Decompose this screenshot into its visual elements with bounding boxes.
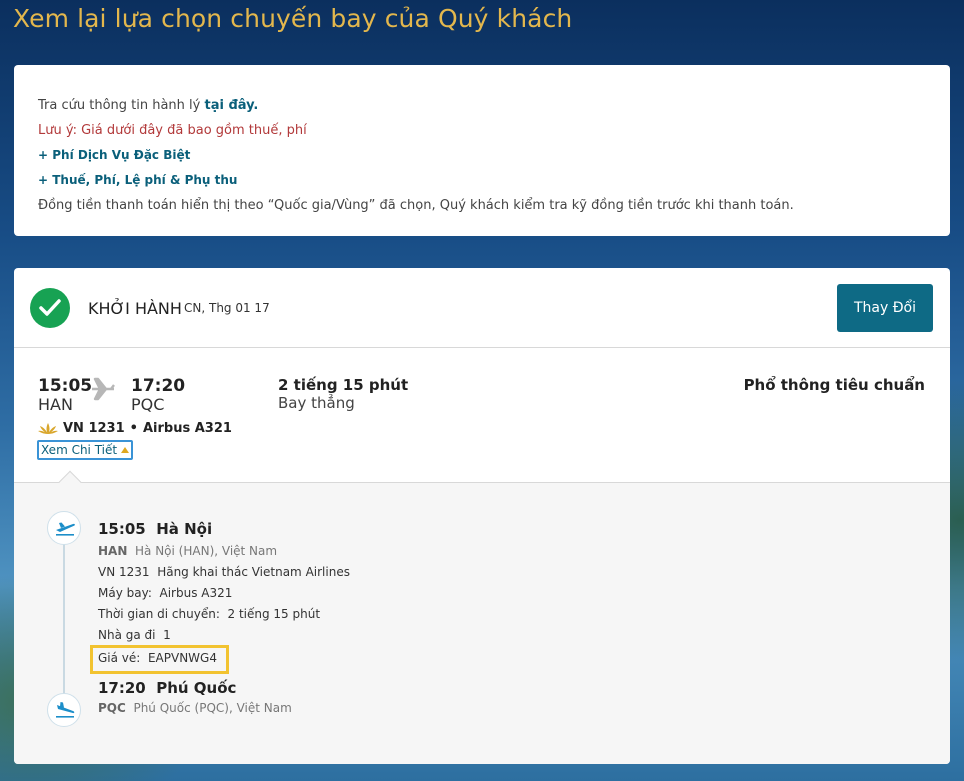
travel-time-value: 2 tiếng 15 phút [227, 607, 321, 621]
terminal-label: Nhà ga đi [98, 628, 156, 642]
direction-label: KHỞI HÀNH [88, 299, 182, 318]
origin-time: 15:05 [98, 520, 146, 538]
depart-code: HAN [38, 395, 73, 414]
fare-row: Giá vé: EAPVNWG4 [98, 651, 217, 665]
flight-header: KHỞI HÀNH CN, Thg 01 17 Thay Đổi [14, 268, 950, 348]
arrive-time: 17:20 [131, 376, 186, 396]
flight-duration: 2 tiếng 15 phút [278, 376, 409, 394]
dest-full: Phú Quốc (PQC), Việt Nam [133, 701, 292, 715]
operator-name: Hãng khai thác Vietnam Airlines [157, 565, 350, 579]
flight-number: VN 1231 [63, 421, 125, 436]
separator-dot: • [129, 421, 138, 436]
dest-time: 17:20 [98, 679, 146, 697]
origin-city: Hà Nội [156, 520, 213, 538]
travel-time-row: Thời gian di chuyển: 2 tiếng 15 phút [98, 607, 320, 621]
flight-card: KHỞI HÀNH CN, Thg 01 17 Thay Đổi 15:05 H… [14, 268, 950, 764]
baggage-prefix: Tra cứu thông tin hành lý [38, 98, 201, 113]
flight-number-row: VN 1231 • Airbus A321 [38, 421, 232, 436]
aircraft-row: Máy bay: Airbus A321 [98, 586, 232, 600]
currency-note: Đồng tiền thanh toán hiển thị theo “Quốc… [38, 198, 794, 213]
flight-detail-panel: 15:05 Hà Nội HAN Hà Nội (HAN), Việt Nam … [14, 470, 950, 764]
aircraft-value: Airbus A321 [159, 586, 233, 600]
timeline-line [63, 535, 65, 695]
destination-airport: PQC Phú Quốc (PQC), Việt Nam [98, 701, 292, 715]
change-button[interactable]: Thay Đổi [837, 284, 933, 332]
depart-time: 15:05 [38, 376, 93, 396]
panel-notch [58, 470, 82, 494]
dest-city: Phú Quốc [156, 679, 237, 697]
fare-code: EAPVNWG4 [147, 651, 217, 665]
origin-code: HAN [98, 544, 128, 558]
baggage-info: Tra cứu thông tin hành lý tại đây. [38, 93, 926, 118]
detail-flight-no: VN 1231 [98, 565, 150, 579]
page-title: Xem lại lựa chọn chuyến bay của Quý khác… [13, 4, 573, 33]
price-note: Lưu ý: Giá dưới đây đã bao gồm thuế, phí [38, 123, 307, 138]
check-icon [30, 288, 70, 328]
cabin-class: Phổ thông tiêu chuẩn [743, 376, 925, 394]
landing-icon [47, 693, 81, 727]
origin-airport: HAN Hà Nội (HAN), Việt Nam [98, 544, 277, 558]
flight-date: CN, Thg 01 17 [184, 301, 270, 315]
fare-label: Giá vé: [98, 651, 141, 665]
origin-full: Hà Nội (HAN), Việt Nam [135, 544, 278, 558]
info-card: Tra cứu thông tin hành lý tại đây. Lưu ý… [14, 65, 950, 236]
caret-up-icon [121, 447, 130, 453]
aircraft-type: Airbus A321 [142, 421, 232, 436]
view-details-label: Xem Chi Tiết [41, 443, 118, 457]
view-details-link[interactable]: Xem Chi Tiết [37, 440, 134, 460]
terminal-value: 1 [163, 628, 171, 642]
stops-label: Bay thẳng [278, 394, 355, 412]
arrive-code: PQC [131, 395, 165, 414]
airplane-icon [92, 377, 115, 401]
lotus-logo-icon [38, 423, 58, 434]
terminal-row: Nhà ga đi 1 [98, 628, 171, 642]
dest-code: PQC [98, 701, 126, 715]
origin-title: 15:05 Hà Nội [98, 520, 212, 538]
tax-fee-link[interactable]: + Thuế, Phí, Lệ phí & Phụ thu [38, 168, 926, 193]
special-fee-link[interactable]: + Phí Dịch Vụ Đặc Biệt [38, 143, 926, 168]
travel-time-label: Thời gian di chuyển: [98, 607, 220, 621]
aircraft-label: Máy bay: [98, 586, 152, 600]
takeoff-icon [47, 511, 81, 545]
destination-title: 17:20 Phú Quốc [98, 679, 236, 697]
baggage-link[interactable]: tại đây. [205, 98, 259, 113]
operator-row: VN 1231 Hãng khai thác Vietnam Airlines [98, 565, 350, 579]
